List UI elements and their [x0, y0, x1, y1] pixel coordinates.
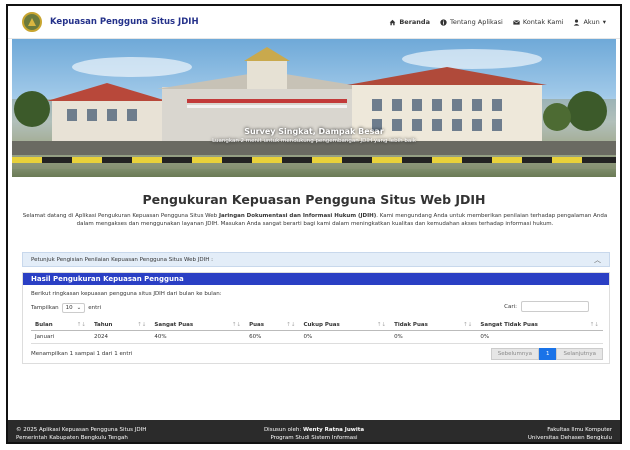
col-cukup-puas[interactable]: Cukup Puas ↑↓: [299, 320, 391, 331]
sort-icon: ↑↓: [376, 322, 387, 328]
navbar: Kepuasan Pengguna Situs JDIH Beranda Ten…: [8, 6, 620, 39]
browser-frame: Kepuasan Pengguna Situs JDIH Beranda Ten…: [6, 4, 622, 444]
nav-kontak-label: Kontak Kami: [522, 18, 564, 26]
table-row: Januari 2024 40% 60% 0% 0% 0%: [31, 330, 603, 344]
nav-kontak[interactable]: Kontak Kami: [512, 18, 564, 26]
results-heading: Hasil Pengukuran Kepuasan Pengguna: [23, 273, 609, 285]
page-length-select[interactable]: 10 ⌄: [61, 303, 86, 313]
col-label: Tidak Puas: [394, 322, 428, 328]
page-length-value: 10: [65, 305, 73, 311]
hero-text: Survey Singkat, Dampak Besar Luangkan 2 …: [12, 127, 616, 144]
nav-tentang-label: Tentang Aplikasi: [449, 18, 503, 26]
footer-faculty: Fakultas Ilmu Komputer: [547, 427, 612, 433]
nav-tentang[interactable]: Tentang Aplikasi: [440, 18, 503, 26]
table-cell: 0%: [299, 330, 391, 344]
sort-icon: ↑↓: [76, 322, 86, 328]
table-cell: Januari: [31, 330, 90, 344]
nav-akun-label: Akun: [583, 18, 600, 26]
table-header-row: Bulan ↑↓ Tahun ↑↓ Sangat Puas ↑↓ Puas ↑↓ Cuk…: [31, 320, 603, 331]
intro-prefix: Selamat datang di Aplikasi Pengukuran Ke…: [22, 213, 219, 219]
user-icon: [574, 19, 580, 26]
intro-text: Selamat datang di Aplikasi Pengukuran Ke…: [22, 212, 608, 228]
col-sangat-puas[interactable]: Sangat Puas ↑↓: [150, 320, 246, 331]
logo[interactable]: [22, 12, 42, 32]
instructions-accordion[interactable]: Petunjuk Pengisian Penilaian Kepuasan Pe…: [22, 252, 610, 267]
footer-university: Universitas Dehasen Bengkulu: [527, 435, 612, 441]
accordion-label: Petunjuk Pengisian Penilaian Kepuasan Pe…: [31, 256, 213, 263]
sort-icon: ↑↓: [286, 322, 296, 328]
table-controls: Tampilkan 10 ⌄ entri Cari:: [23, 301, 609, 313]
sort-icon: ↑↓: [463, 322, 473, 328]
results-description: Berikut ringkasan kepuasan pengguna situ…: [31, 291, 222, 297]
page-length: Tampilkan 10 ⌄ entri: [31, 303, 101, 313]
nav-beranda-label: Beranda: [399, 18, 430, 26]
search: Cari:: [504, 301, 589, 312]
search-label: Cari:: [504, 303, 517, 310]
table-footer: Menampilkan 1 sampai 1 dari 1 entri Sebe…: [31, 348, 603, 360]
footer-right: Fakultas Ilmu Komputer Universitas Dehas…: [528, 426, 612, 442]
sort-icon: ↑↓: [589, 322, 599, 328]
building-illustration: [12, 47, 616, 169]
chevron-down-icon: ⌄: [76, 305, 82, 311]
brand-title[interactable]: Kepuasan Pengguna Situs JDIH: [50, 17, 199, 27]
col-label: Cukup Puas: [303, 322, 340, 328]
table-cell: 0%: [476, 330, 603, 344]
hero-subtitle: Luangkan 2 menit untuk mendukung pengemb…: [212, 138, 416, 144]
chevron-up-icon: ︿: [594, 255, 601, 264]
results-card: Hasil Pengukuran Kepuasan Pengguna Berik…: [22, 272, 610, 364]
prev-button[interactable]: Sebelumnya: [490, 348, 539, 360]
col-tahun[interactable]: Tahun ↑↓: [89, 320, 151, 331]
nav-beranda[interactable]: Beranda: [389, 18, 430, 26]
show-suffix: entri: [88, 305, 102, 311]
nav-akun[interactable]: Akun ▾: [573, 18, 606, 26]
table-cell: 40%: [150, 330, 246, 344]
site-footer: © 2025 Aplikasi Kepuasan Pengguna Situs …: [8, 420, 620, 442]
show-label: Tampilkan: [31, 305, 59, 311]
col-sangat-tidak-puas[interactable]: Sangat Tidak Puas ↑↓: [476, 320, 603, 331]
footer-author-name: Wenty Ratna Juwita: [303, 427, 365, 433]
info-icon: [440, 18, 447, 26]
intro-bold: Jaringan Dokumentasi dan Informasi Hukum…: [218, 213, 377, 219]
col-label: Tahun: [93, 322, 113, 328]
table-info: Menampilkan 1 sampai 1 dari 1 entri: [31, 351, 133, 357]
col-label: Puas: [249, 322, 265, 328]
emblem-icon: [28, 18, 36, 26]
col-puas[interactable]: Puas ↑↓: [245, 320, 300, 331]
col-label: Sangat Tidak Puas: [480, 322, 538, 328]
page-1-button[interactable]: 1: [538, 348, 557, 360]
col-label: Sangat Puas: [154, 322, 194, 328]
chevron-down-icon: ▾: [602, 18, 606, 26]
table-cell: 60%: [245, 330, 300, 344]
footer-author-prefix: Disusun oleh:: [263, 427, 304, 433]
results-table: Bulan ↑↓ Tahun ↑↓ Sangat Puas ↑↓ Puas ↑↓ Cuk…: [31, 320, 603, 344]
table-cell: 2024: [89, 330, 151, 344]
nav-menu: Beranda Tentang Aplikasi Kontak Kami Aku…: [389, 18, 606, 26]
search-input[interactable]: [521, 301, 589, 312]
hero-tagline: Survey Singkat, Dampak Besar: [244, 127, 384, 136]
col-tidak-puas[interactable]: Tidak Puas ↑↓: [390, 320, 477, 331]
table-cell: 0%: [390, 330, 477, 344]
col-bulan[interactable]: Bulan ↑↓: [31, 320, 90, 331]
col-label: Bulan: [35, 322, 53, 328]
page-title: Pengukuran Kepuasan Pengguna Situs Web J…: [142, 192, 486, 207]
sort-icon: ↑↓: [137, 322, 147, 328]
sort-icon: ↑↓: [231, 322, 242, 328]
hero-banner: Survey Singkat, Dampak Besar Luangkan 2 …: [12, 39, 616, 177]
next-button[interactable]: Selanjutnya: [556, 348, 603, 360]
envelope-icon: [512, 19, 520, 25]
pagination: Sebelumnya 1 Selanjutnya: [490, 348, 603, 360]
home-icon: [390, 19, 396, 25]
